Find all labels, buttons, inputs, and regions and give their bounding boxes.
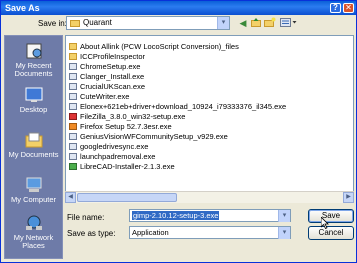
file-list[interactable]: About Allink (PCW LocoScript Conversion)…: [65, 35, 354, 203]
exe-file-icon: [69, 133, 77, 140]
chevron-down-icon[interactable]: ▾: [217, 17, 229, 29]
place-network-places[interactable]: My Network Places: [5, 214, 62, 250]
list-item[interactable]: FileZilla_3.8.0_win32-setup.exe: [69, 112, 185, 121]
chevron-down-icon[interactable]: ▾: [278, 227, 290, 239]
file-name-field[interactable]: gimp-2.10.12-setup-3.exe ▾: [129, 209, 291, 222]
list-item[interactable]: googledrivesync.exe: [69, 142, 148, 151]
place-my-documents[interactable]: My Documents: [5, 131, 62, 159]
save-button[interactable]: Save: [308, 209, 354, 223]
places-bar: My Recent Documents Desktop My Documents…: [4, 35, 63, 259]
window-title: Save As: [5, 3, 40, 13]
list-item[interactable]: CuteWriter.exe: [69, 92, 129, 101]
exe-file-icon: [69, 93, 77, 100]
list-item[interactable]: Clanger_Install.exe: [69, 72, 144, 81]
list-item[interactable]: GeniusVisionWFCommunitySetup_v929.exe: [69, 132, 228, 141]
save-in-label: Save in:: [38, 19, 67, 28]
filezilla-icon: [69, 113, 77, 120]
list-item[interactable]: ChromeSetup.exe: [69, 62, 140, 71]
folder-icon: [69, 43, 77, 50]
close-button[interactable]: ✕: [343, 3, 354, 13]
scroll-left-button[interactable]: ◀: [65, 192, 76, 203]
file-name-label: File name:: [67, 213, 105, 222]
save-as-dialog: Save As ? ✕ Save in: Quarant ▾ ◀ My Rece…: [0, 0, 357, 263]
exe-file-icon: [69, 73, 77, 80]
librecad-icon: [69, 163, 77, 170]
mouse-pointer-icon: [321, 217, 329, 229]
exe-file-icon: [69, 143, 77, 150]
folder-icon: [69, 53, 77, 60]
list-item[interactable]: CrucialUKScan.exe: [69, 82, 145, 91]
network-places-icon: [25, 215, 42, 230]
scroll-right-button[interactable]: ▶: [343, 192, 354, 203]
my-computer-icon: [26, 177, 41, 192]
list-item[interactable]: launchpadremoval.exe: [69, 152, 155, 161]
list-item[interactable]: ICCProfileInspector: [69, 52, 145, 61]
firefox-icon: [69, 123, 77, 130]
new-folder-button[interactable]: [264, 17, 276, 29]
folder-icon: [70, 20, 80, 27]
list-item[interactable]: About Allink (PCW LocoScript Conversion)…: [69, 42, 239, 51]
scrollbar-thumb[interactable]: [77, 193, 177, 202]
list-item[interactable]: LibreCAD-Installer-2.1.3.exe: [69, 162, 175, 171]
save-as-type-value: Application: [132, 228, 169, 237]
my-documents-icon: [25, 132, 42, 148]
views-menu-button[interactable]: [279, 17, 299, 29]
title-bar[interactable]: Save As ? ✕: [1, 1, 356, 15]
save-in-dropdown[interactable]: Quarant ▾: [66, 16, 230, 30]
save-as-type-dropdown[interactable]: Application ▾: [129, 226, 291, 239]
place-desktop[interactable]: Desktop: [5, 86, 62, 114]
save-in-value: Quarant: [83, 18, 112, 27]
back-button[interactable]: ◀: [238, 17, 248, 29]
help-button[interactable]: ?: [330, 3, 341, 13]
save-as-type-label: Save as type:: [67, 229, 116, 238]
horizontal-scrollbar[interactable]: ◀ ▶: [65, 191, 354, 203]
exe-file-icon: [69, 83, 77, 90]
file-name-value: gimp-2.10.12-setup-3.exe: [132, 211, 220, 220]
list-item[interactable]: Elonex+621eb+driver+download_10924_i7933…: [69, 102, 286, 111]
up-folder-icon: [251, 18, 261, 27]
up-folder-button[interactable]: [251, 17, 261, 29]
exe-file-icon: [69, 153, 77, 160]
recent-documents-icon: [26, 43, 41, 59]
desktop-icon: [25, 87, 42, 102]
views-icon: [280, 18, 297, 27]
place-recent-documents[interactable]: My Recent Documents: [5, 42, 62, 78]
place-my-computer[interactable]: My Computer: [5, 176, 62, 204]
chevron-down-icon[interactable]: ▾: [278, 210, 290, 222]
list-item[interactable]: Firefox Setup 52.7.3esr.exe: [69, 122, 172, 131]
exe-file-icon: [69, 63, 77, 70]
cancel-button[interactable]: Cancel: [308, 226, 354, 240]
new-folder-icon: [264, 17, 276, 27]
exe-file-icon: [69, 103, 77, 110]
